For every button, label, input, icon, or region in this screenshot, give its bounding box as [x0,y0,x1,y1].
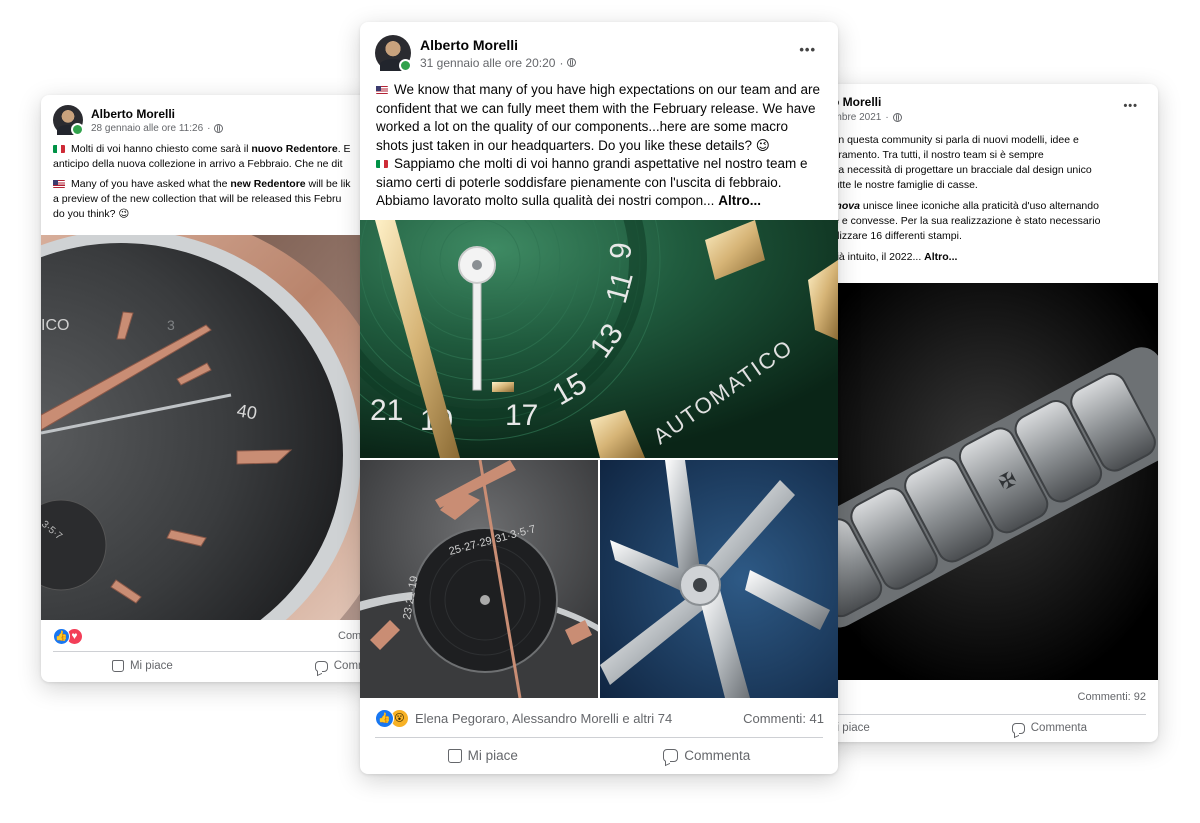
like-reaction-icon: 👍 [375,709,394,728]
comment-icon [314,660,328,672]
more-options-icon[interactable]: ••• [799,42,816,57]
subdial-photo: 25·27·29·31·3·5·7 23·21·19 [360,460,598,698]
author-name[interactable]: Alberto Morelli [91,107,223,121]
dial-number: 9 [604,241,638,261]
comment-count[interactable]: Com [338,630,361,642]
avatar[interactable] [53,105,84,136]
usa-flag-icon [53,180,65,189]
comment-button[interactable]: Commenta [663,748,750,763]
post-photo-hands[interactable] [600,460,838,698]
post-text: lte in questa community si parla di nuov… [822,134,1101,263]
reactions-bar[interactable]: 👍 😮 Elena Pegoraro, Alessandro Morelli e… [375,709,672,728]
comment-icon [663,749,679,762]
reactions-bar[interactable]: 👍 ♥ [53,628,83,645]
comment-count[interactable]: Commenti: 41 [743,711,824,726]
post-photo[interactable]: 40 3 ICO 3·5·7 [41,235,381,620]
author-name[interactable]: Alberto Morelli [420,37,576,53]
post-header: to Morelli embre 2021 · [828,95,902,123]
avatar[interactable] [375,35,412,72]
comment-button[interactable]: Commenta [1011,722,1087,734]
post-card-right: to Morelli embre 2021 · ••• lte in quest… [818,84,1158,742]
svg-text:ICO: ICO [41,317,69,334]
globe-icon [214,123,224,133]
like-button[interactable]: Mi piace [111,660,173,672]
post-date[interactable]: 28 gennaio alle ore 11:26 [91,123,203,134]
post-actions: Mi piace Commenta [818,722,1158,734]
online-status-icon [71,123,84,136]
svg-text:3: 3 [167,317,175,333]
post-text: We know that many of you have high expec… [376,82,821,208]
post-photo-main[interactable]: 21 19 17 15 13 11 9 AUTOMATICO [360,220,838,458]
post-photo-subdial[interactable]: 25·27·29·31·3·5·7 23·21·19 [360,460,598,698]
divider [375,737,823,738]
green-dial-photo: 21 19 17 15 13 11 9 AUTOMATICO [360,220,838,458]
comment-count[interactable]: Commenti: 92 [1078,691,1146,703]
post-header: Alberto Morelli 28 gennaio alle ore 11:2… [53,105,224,136]
divider [53,651,381,652]
see-more-link[interactable]: Altro... [718,193,761,208]
online-status-icon [399,59,412,72]
see-more-link[interactable]: Altro... [924,251,957,263]
bracelet-photo: ✠ [818,283,1158,680]
post-card-left: Alberto Morelli 28 gennaio alle ore 11:2… [41,95,381,682]
divider [818,714,1146,715]
usa-flag-icon [376,86,388,95]
post-date[interactable]: 31 gennaio alle ore 20:20 [420,56,555,70]
thumbs-up-icon [111,660,124,672]
author-name[interactable]: to Morelli [828,95,902,109]
post-photo[interactable]: ✠ [818,283,1158,680]
like-button[interactable]: Mi piace [447,748,518,763]
thumbs-up-icon [447,748,462,763]
italy-flag-icon [376,160,388,169]
post-header: Alberto Morelli 31 gennaio alle ore 20:2… [375,35,577,72]
dial-number: 17 [505,399,538,432]
more-options-icon[interactable]: ••• [1123,100,1138,112]
like-reaction-icon: 👍 [53,628,70,645]
italy-flag-icon [53,145,65,154]
globe-icon [567,58,577,67]
post-actions: Mi piace Commenta [41,660,381,672]
globe-icon [892,113,902,122]
svg-text:40: 40 [235,400,258,423]
post-text: Molti di voi hanno chiesto come sarà il … [53,143,351,220]
reactions-summary[interactable]: Elena Pegoraro, Alessandro Morelli e alt… [415,711,672,726]
comment-icon [1011,722,1025,734]
watch-dial-photo: 40 3 ICO 3·5·7 [41,235,381,620]
post-actions: Mi piace Commenta [375,748,823,763]
hands-photo [600,460,838,698]
post-card-main: Alberto Morelli 31 gennaio alle ore 20:2… [360,22,838,774]
dial-number: 21 [370,394,403,427]
